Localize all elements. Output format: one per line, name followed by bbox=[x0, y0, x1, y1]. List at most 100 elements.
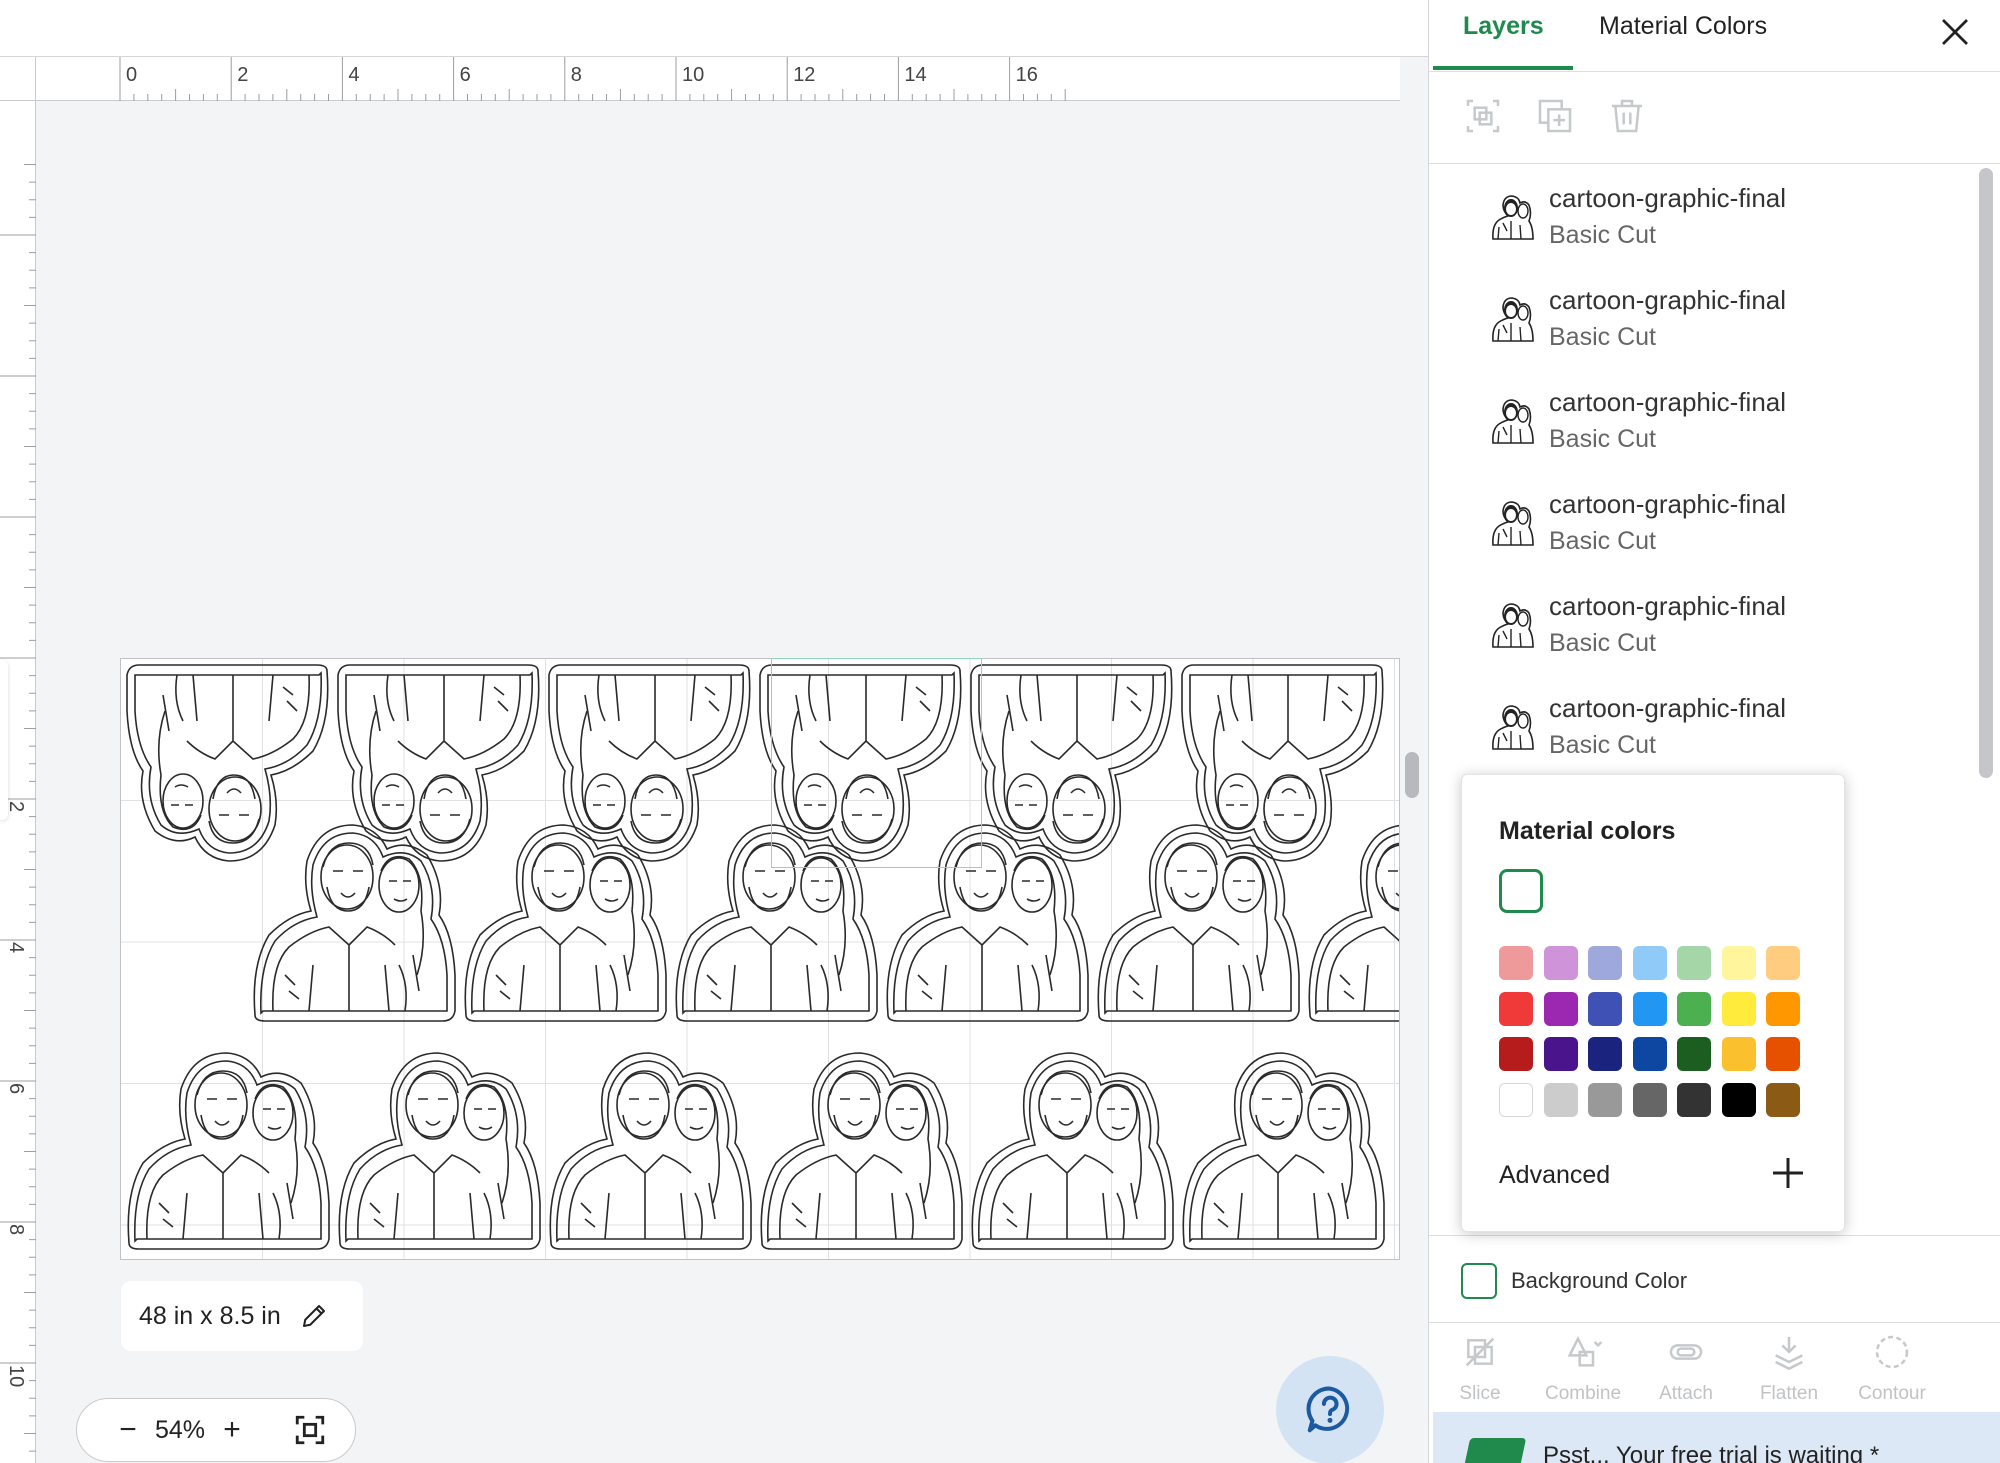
cartoon-graphic[interactable] bbox=[760, 1052, 963, 1250]
popover-title: Material colors bbox=[1499, 817, 1676, 845]
trial-logo-icon bbox=[1463, 1438, 1527, 1463]
advanced-label[interactable]: Advanced bbox=[1499, 1161, 1610, 1190]
design-artwork[interactable] bbox=[121, 659, 1400, 1260]
layer-thumbnail-icon bbox=[1492, 705, 1534, 750]
cartoon-graphic[interactable] bbox=[337, 664, 540, 862]
color-swatch[interactable] bbox=[1588, 1082, 1622, 1117]
horizontal-ruler-ticks: 0 2 4 6 8 10 12 14 16 bbox=[119, 57, 1066, 101]
color-swatch[interactable] bbox=[1632, 946, 1667, 980]
cartoon-graphic[interactable] bbox=[464, 824, 667, 1022]
contour-button[interactable]: Contour bbox=[1847, 1332, 1937, 1405]
design-mat[interactable] bbox=[120, 658, 1400, 1260]
ruler-label: 16 bbox=[1016, 64, 1038, 86]
color-swatch[interactable] bbox=[1677, 1037, 1711, 1071]
zoom-out-button[interactable]: − bbox=[115, 1415, 141, 1445]
delete-icon[interactable] bbox=[1607, 96, 1647, 136]
ruler-label: 14 bbox=[904, 64, 926, 86]
color-swatch[interactable] bbox=[1499, 1037, 1533, 1071]
canvas-size-chip[interactable]: 48 in x 8.5 in bbox=[121, 1281, 363, 1351]
ruler-label: 8 bbox=[571, 64, 582, 86]
color-swatch[interactable] bbox=[1721, 946, 1756, 980]
layer-row[interactable]: cartoon-graphic-final Basic Cut bbox=[1429, 369, 1974, 471]
panel-tabs: Layers Material Colors bbox=[1429, 0, 2000, 72]
cartoon-graphic[interactable] bbox=[127, 1052, 330, 1250]
zoom-in-button[interactable]: + bbox=[219, 1415, 245, 1445]
free-trial-banner[interactable]: Psst... Your free trial is waiting * bbox=[1433, 1412, 2000, 1463]
color-swatch[interactable] bbox=[1543, 1037, 1578, 1071]
left-panel-handle[interactable] bbox=[0, 660, 8, 820]
color-swatch[interactable] bbox=[1499, 991, 1533, 1026]
cartoon-graphic[interactable] bbox=[126, 664, 329, 862]
tab-layers[interactable]: Layers bbox=[1463, 12, 1544, 41]
plus-icon[interactable] bbox=[1768, 1153, 1808, 1193]
color-swatch[interactable] bbox=[1543, 1082, 1578, 1117]
panel-scrollbar-thumb[interactable] bbox=[1979, 168, 1993, 778]
color-swatch[interactable] bbox=[1588, 946, 1622, 980]
slice-button[interactable]: Slice bbox=[1435, 1332, 1525, 1405]
tab-material-colors[interactable]: Material Colors bbox=[1599, 12, 1767, 41]
cartoon-graphic[interactable] bbox=[1182, 1052, 1385, 1250]
layer-operation: Basic Cut bbox=[1549, 629, 1656, 657]
cartoon-graphic[interactable] bbox=[971, 1052, 1174, 1250]
fit-to-screen-icon[interactable] bbox=[293, 1413, 327, 1447]
color-swatch[interactable] bbox=[1721, 1082, 1756, 1117]
color-swatch[interactable] bbox=[1766, 1037, 1800, 1071]
background-color-swatch[interactable] bbox=[1461, 1263, 1497, 1299]
cartoon-graphic[interactable] bbox=[1181, 664, 1384, 862]
attach-icon bbox=[1669, 1344, 1703, 1360]
color-swatch[interactable] bbox=[1499, 946, 1533, 980]
cartoon-graphic[interactable] bbox=[549, 1052, 752, 1250]
color-swatch[interactable] bbox=[1766, 991, 1800, 1026]
layer-operation: Basic Cut bbox=[1549, 323, 1656, 351]
color-swatch[interactable] bbox=[1766, 1082, 1800, 1117]
color-swatch[interactable] bbox=[1588, 991, 1622, 1026]
selected-color-swatch[interactable] bbox=[1499, 869, 1543, 913]
color-swatch[interactable] bbox=[1499, 1082, 1533, 1117]
attach-button[interactable]: Attach bbox=[1641, 1332, 1731, 1405]
pencil-icon[interactable] bbox=[299, 1301, 329, 1331]
layer-row[interactable]: cartoon-graphic-final Basic Cut bbox=[1429, 165, 1974, 267]
layer-thumbnail-icon bbox=[1492, 195, 1534, 240]
duplicate-icon[interactable] bbox=[1535, 96, 1575, 136]
cartoon-graphic[interactable] bbox=[253, 824, 456, 1022]
layers-panel: Layers Material Colors cartoon-graphic-f… bbox=[1428, 0, 2000, 1463]
action-label: Attach bbox=[1659, 1383, 1713, 1404]
ruler-label: 10 bbox=[682, 64, 704, 86]
top-toolbar-strip bbox=[0, 0, 1428, 57]
slice-icon bbox=[1465, 1337, 1495, 1367]
color-swatch[interactable] bbox=[1632, 1037, 1667, 1071]
color-swatch[interactable] bbox=[1677, 1082, 1711, 1117]
close-icon[interactable] bbox=[1937, 14, 1973, 50]
color-swatch[interactable] bbox=[1543, 991, 1578, 1026]
flatten-button[interactable]: Flatten bbox=[1744, 1332, 1834, 1405]
layer-row[interactable]: cartoon-graphic-final Basic Cut bbox=[1429, 267, 1974, 369]
canvas-scrollbar-handle[interactable] bbox=[1405, 752, 1419, 798]
cartoon-graphic[interactable] bbox=[1097, 824, 1300, 1022]
layer-name: cartoon-graphic-final bbox=[1549, 183, 1787, 213]
layer-row[interactable]: cartoon-graphic-final Basic Cut bbox=[1429, 675, 1974, 777]
question-icon bbox=[1306, 1386, 1350, 1433]
color-swatch[interactable] bbox=[1632, 1082, 1667, 1117]
cartoon-graphic[interactable] bbox=[970, 664, 1173, 862]
combine-icon bbox=[1567, 1335, 1603, 1367]
cartoon-graphic[interactable] bbox=[548, 664, 751, 862]
color-swatch[interactable] bbox=[1766, 946, 1800, 980]
color-swatch[interactable] bbox=[1721, 991, 1756, 1026]
color-swatch[interactable] bbox=[1721, 1037, 1756, 1071]
color-swatch[interactable] bbox=[1543, 946, 1578, 980]
color-swatch[interactable] bbox=[1677, 991, 1711, 1026]
color-swatch[interactable] bbox=[1588, 1037, 1622, 1071]
selection-box[interactable] bbox=[771, 658, 982, 868]
canvas-area[interactable]: 0 2 4 6 8 10 12 14 16 2 4 6 8 10 48 in x 8.5 in − 54… bbox=[0, 0, 1428, 1463]
background-color-row[interactable]: Background Color bbox=[1429, 1235, 2000, 1323]
layer-row[interactable]: cartoon-graphic-final Basic Cut bbox=[1429, 573, 1974, 675]
layer-toolbar bbox=[1429, 72, 2000, 164]
cartoon-graphic[interactable] bbox=[338, 1052, 541, 1250]
color-swatch[interactable] bbox=[1632, 991, 1667, 1026]
layer-row[interactable]: cartoon-graphic-final Basic Cut bbox=[1429, 471, 1974, 573]
help-button[interactable] bbox=[1276, 1356, 1384, 1463]
cartoon-graphic[interactable] bbox=[1308, 824, 1400, 1022]
group-icon[interactable] bbox=[1463, 96, 1503, 136]
combine-button[interactable]: Combine bbox=[1538, 1332, 1628, 1405]
color-swatch[interactable] bbox=[1677, 946, 1711, 980]
